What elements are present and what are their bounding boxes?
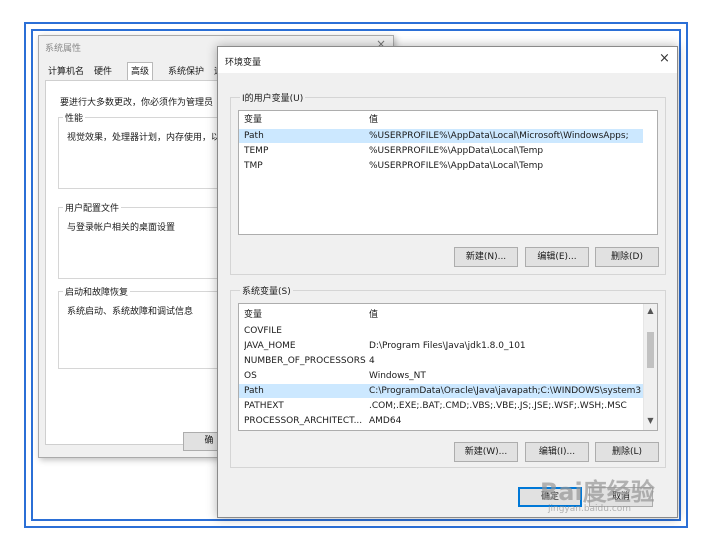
system-variables-label: 系统变量(S) bbox=[240, 284, 293, 297]
performance-label: 性能 bbox=[63, 111, 86, 124]
table-row[interactable]: OS Windows_NT bbox=[239, 369, 643, 383]
system-edit-button[interactable]: 编辑(I)... bbox=[525, 442, 589, 462]
user-delete-button[interactable]: 删除(D) bbox=[595, 247, 659, 267]
system-variables-table[interactable]: 变量 值 COVFILE JAVA_HOME D:\Program Files\… bbox=[238, 303, 658, 431]
watermark-subtext: jingyan.baidu.com bbox=[548, 504, 632, 514]
variable-value: D:\Program Files\Java\jdk1.8.0_101 bbox=[369, 341, 526, 351]
user-profiles-label: 用户配置文件 bbox=[63, 201, 122, 214]
table-row[interactable]: Path C:\ProgramData\Oracle\Java\javapath… bbox=[239, 384, 643, 398]
variable-value: %USERPROFILE%\AppData\Local\Microsoft\Wi… bbox=[369, 131, 629, 141]
variable-name: Path bbox=[244, 131, 264, 141]
dialog-title: 环境变量 bbox=[225, 58, 262, 68]
system-variables-group: 系统变量(S) 变量 值 COVFILE JAVA_HOME D:\Progra… bbox=[230, 284, 666, 468]
user-variables-table[interactable]: 变量 值 Path %USERPROFILE%\AppData\Local\Mi… bbox=[238, 110, 658, 235]
table-header: 变量 值 bbox=[239, 113, 657, 127]
table-row[interactable]: Path %USERPROFILE%\AppData\Local\Microso… bbox=[239, 129, 643, 143]
variable-value: %USERPROFILE%\AppData\Local\Temp bbox=[369, 146, 544, 156]
table-row[interactable]: JAVA_HOME D:\Program Files\Java\jdk1.8.0… bbox=[239, 339, 643, 353]
table-row[interactable]: NUMBER_OF_PROCESSORS 4 bbox=[239, 354, 643, 368]
environment-variables-dialog: 环境变量 × Ⅰ的用户变量(U) 变量 值 Path %USERPROFILE%… bbox=[217, 46, 678, 518]
close-icon[interactable]: × bbox=[659, 51, 670, 66]
vertical-scrollbar[interactable]: ▲ ▼ bbox=[643, 304, 657, 430]
variable-value: 4 bbox=[369, 356, 375, 366]
column-value[interactable]: 值 bbox=[369, 308, 641, 322]
variable-name: NUMBER_OF_PROCESSORS bbox=[244, 356, 366, 366]
tab-computer-name[interactable]: 计算机名 bbox=[45, 64, 87, 80]
performance-desc: 视觉效果，处理器计划，内存使用，以 bbox=[67, 133, 221, 143]
variable-value: Windows_NT bbox=[369, 371, 426, 381]
table-row[interactable]: PATHEXT .COM;.EXE;.BAT;.CMD;.VBS;.VBE;.J… bbox=[239, 399, 643, 413]
variable-name: PATHEXT bbox=[244, 401, 284, 411]
system-new-button[interactable]: 新建(W)... bbox=[454, 442, 518, 462]
user-edit-button[interactable]: 编辑(E)... bbox=[525, 247, 589, 267]
variable-value: AMD64 bbox=[369, 416, 402, 426]
user-variables-label: Ⅰ的用户变量(U) bbox=[240, 91, 306, 104]
column-value[interactable]: 值 bbox=[369, 113, 649, 127]
variable-value: %USERPROFILE%\AppData\Local\Temp bbox=[369, 161, 544, 171]
system-properties-title: 系统属性 bbox=[45, 44, 82, 54]
table-row[interactable]: TEMP %USERPROFILE%\AppData\Local\Temp bbox=[239, 144, 643, 158]
system-delete-button[interactable]: 删除(L) bbox=[595, 442, 659, 462]
startup-recovery-label: 启动和故障恢复 bbox=[63, 285, 131, 298]
table-row[interactable]: COVFILE bbox=[239, 324, 643, 338]
tab-advanced[interactable]: 高级 bbox=[127, 62, 154, 82]
scroll-down-icon[interactable]: ▼ bbox=[644, 416, 657, 425]
tab-hardware[interactable]: 硬件 bbox=[91, 64, 115, 80]
variable-name: COVFILE bbox=[244, 326, 282, 336]
variable-value: C:\ProgramData\Oracle\Java\javapath;C:\W… bbox=[369, 386, 641, 396]
table-row[interactable]: PROCESSOR_ARCHITECT... AMD64 bbox=[239, 414, 643, 428]
variable-name: PROCESSOR_ARCHITECT... bbox=[244, 416, 363, 426]
table-row[interactable]: TMP %USERPROFILE%\AppData\Local\Temp bbox=[239, 159, 643, 173]
column-variable[interactable]: 变量 bbox=[244, 308, 364, 322]
scroll-up-icon[interactable]: ▲ bbox=[644, 306, 657, 315]
watermark-text: Bai度经验 bbox=[540, 478, 655, 506]
baidu-watermark: Bai度经验 jingyan.baidu.com bbox=[540, 472, 680, 522]
variable-value: .COM;.EXE;.BAT;.CMD;.VBS;.VBE;.JS;.JSE;.… bbox=[369, 401, 627, 411]
tab-system-protection[interactable]: 系统保护 bbox=[165, 64, 207, 80]
variable-name: Path bbox=[244, 386, 264, 396]
variable-name: TEMP bbox=[244, 146, 269, 156]
variable-name: JAVA_HOME bbox=[244, 341, 296, 351]
user-variables-group: Ⅰ的用户变量(U) 变量 值 Path %USERPROFILE%\AppDat… bbox=[230, 91, 666, 275]
variable-name: OS bbox=[244, 371, 257, 381]
scroll-thumb[interactable] bbox=[647, 332, 654, 368]
user-profiles-desc: 与登录帐户相关的桌面设置 bbox=[67, 223, 176, 233]
table-header: 变量 值 bbox=[239, 308, 643, 322]
title-bar: 环境变量 × bbox=[218, 47, 677, 73]
column-variable[interactable]: 变量 bbox=[244, 113, 364, 127]
user-new-button[interactable]: 新建(N)... bbox=[454, 247, 518, 267]
variable-name: TMP bbox=[244, 161, 263, 171]
admin-notice: 要进行大多数更改，你必须作为管理员 bbox=[60, 98, 214, 108]
startup-recovery-desc: 系统启动、系统故障和调试信息 bbox=[67, 307, 194, 317]
